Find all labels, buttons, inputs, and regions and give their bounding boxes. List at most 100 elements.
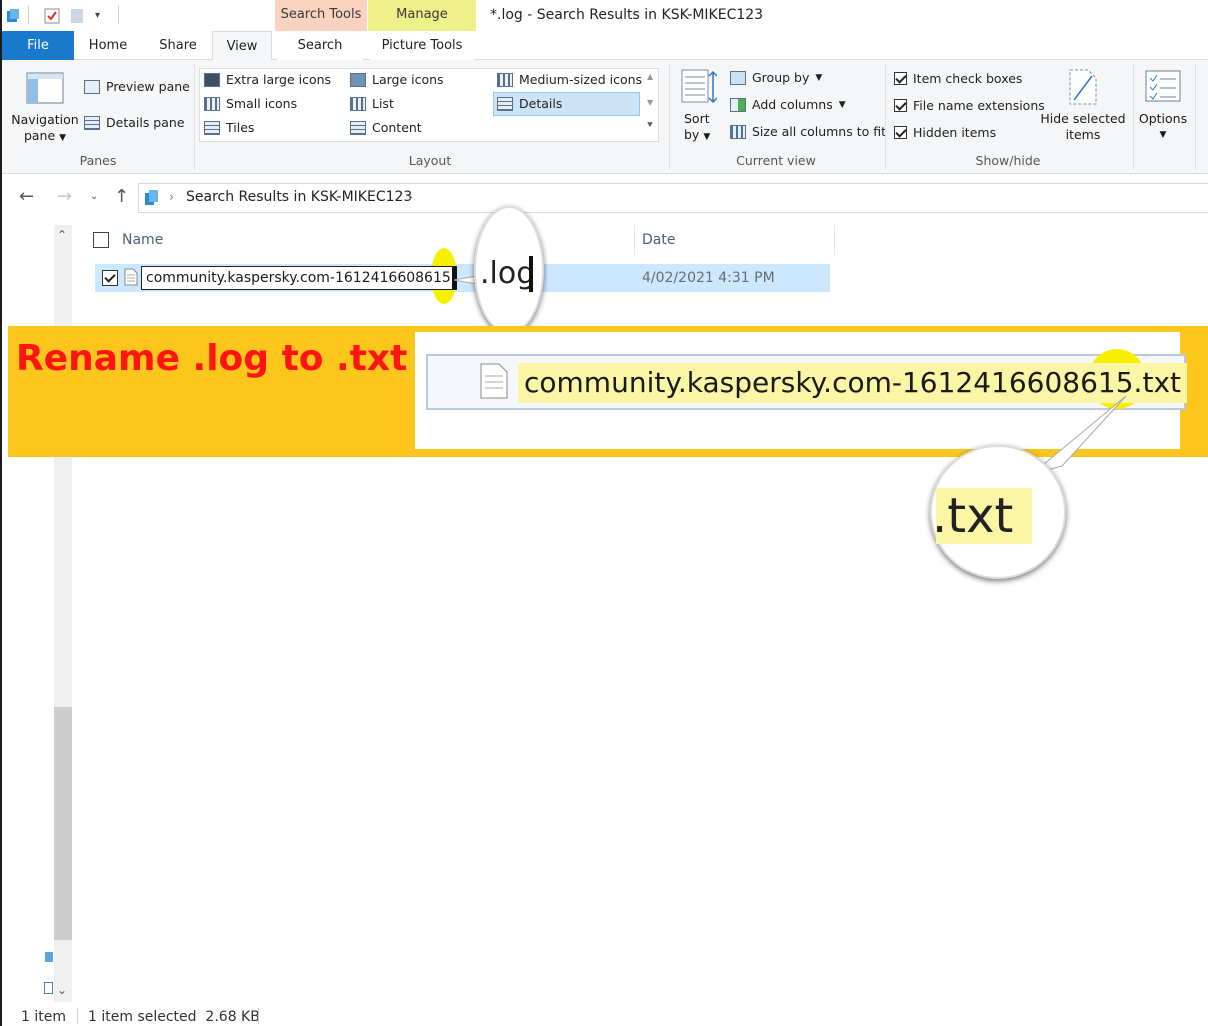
group-by-icon xyxy=(730,70,746,85)
layout-label: Content xyxy=(372,120,422,135)
layout-small-icons[interactable]: Small icons xyxy=(204,96,297,111)
layout-label: Medium-sized icons xyxy=(519,72,643,87)
sort-by-icon xyxy=(681,68,718,109)
scroll-down-icon[interactable]: ⌄ xyxy=(57,983,67,997)
size-all-columns-button[interactable]: Size all columns to fit xyxy=(730,124,886,139)
renamed-file-extension: txt xyxy=(1142,366,1181,399)
customize-toolbar-icon[interactable]: ▾ xyxy=(95,10,100,21)
tab-home[interactable]: Home xyxy=(80,31,136,60)
nav-tree-icon xyxy=(44,982,53,994)
tab-picture-tools[interactable]: Picture Tools xyxy=(370,31,474,60)
options-button[interactable]: Options ▼ xyxy=(1137,111,1189,143)
navigation-pane-label-2: pane xyxy=(23,128,56,143)
hidden-items-label: Hidden items xyxy=(913,125,997,140)
window-title: *.log - Search Results in KSK-MIKEC123 xyxy=(490,7,764,23)
item-check-boxes-toggle[interactable]: Item check boxes xyxy=(894,71,1022,86)
group-by-button[interactable]: Group by ▼ xyxy=(730,70,822,85)
breadcrumb-path[interactable]: Search Results in KSK-MIKEC123 xyxy=(186,189,412,205)
back-arrow-icon[interactable]: ← xyxy=(19,186,34,207)
banner-title: Rename .log to .txt xyxy=(16,338,408,379)
scroll-up-icon[interactable]: ⌃ xyxy=(57,228,67,242)
checkbox-checked-icon xyxy=(894,99,907,112)
layout-label: Large icons xyxy=(372,72,444,87)
layout-label: Details xyxy=(519,96,563,111)
hidden-items-toggle[interactable]: Hidden items xyxy=(894,125,996,140)
layout-label: Small icons xyxy=(226,96,298,111)
layout-extra-large-icons[interactable]: Extra large icons xyxy=(204,72,331,87)
layout-tiles[interactable]: Tiles xyxy=(204,120,254,135)
details-pane-icon xyxy=(84,115,100,130)
checkbox-checked-icon xyxy=(894,126,907,139)
gallery-scroll-up-icon[interactable]: ▲ xyxy=(647,72,653,81)
tab-search[interactable]: Search xyxy=(277,31,363,60)
explorer-icon xyxy=(6,9,20,26)
up-arrow-icon[interactable]: ↑ xyxy=(114,186,129,207)
file-name-extensions-toggle[interactable]: File name extensions xyxy=(894,98,1045,113)
tab-view[interactable]: View xyxy=(212,31,272,61)
hide-selected-label-2: items xyxy=(1065,127,1101,142)
new-folder-icon[interactable] xyxy=(70,8,84,27)
hide-selected-items-button[interactable]: Hide selected items xyxy=(1040,111,1126,143)
gallery-expand-icon[interactable]: ⯆ xyxy=(646,120,654,131)
chevron-down-icon: ▼ xyxy=(703,132,711,142)
status-item-count: 1 item xyxy=(21,1009,66,1025)
preview-pane-button[interactable]: Preview pane xyxy=(84,79,190,94)
tab-share[interactable]: Share xyxy=(150,31,206,60)
text-file-icon xyxy=(124,268,138,289)
hide-selected-icon xyxy=(1068,68,1098,109)
size-columns-icon xyxy=(730,124,746,139)
group-by-label: Group by xyxy=(752,70,810,85)
tab-file[interactable]: File xyxy=(2,31,74,60)
forward-arrow-icon[interactable]: → xyxy=(57,186,72,207)
column-header-name[interactable]: Name xyxy=(122,232,163,248)
large-icons-icon xyxy=(350,72,366,87)
layout-content[interactable]: Content xyxy=(350,120,422,135)
scrollbar-thumb[interactable] xyxy=(54,707,72,940)
panes-group-label: Panes xyxy=(79,153,117,168)
layout-large-icons[interactable]: Large icons xyxy=(350,72,444,87)
txt-zoom-text: .txt xyxy=(932,488,1014,544)
select-all-checkbox[interactable] xyxy=(93,232,109,248)
column-header-date[interactable]: Date xyxy=(642,232,675,248)
layout-medium-icons[interactable]: Medium-sized icons xyxy=(497,72,642,87)
breadcrumb-expand-icon[interactable]: › xyxy=(408,189,413,204)
search-results-icon xyxy=(145,190,159,209)
sort-by-button[interactable]: Sort by ▼ xyxy=(684,111,710,145)
preview-pane-icon xyxy=(84,79,100,94)
properties-icon[interactable] xyxy=(44,8,60,27)
content-icon xyxy=(350,120,366,135)
add-columns-icon xyxy=(730,97,746,112)
chevron-down-icon: ▼ xyxy=(1159,130,1167,140)
small-icons-icon xyxy=(204,96,220,111)
nav-tree-icon xyxy=(45,952,53,962)
chevron-down-icon: ▼ xyxy=(838,99,846,110)
layout-details[interactable]: Details xyxy=(497,96,562,111)
file-name-base: community.kaspersky.com-1612416608615. xyxy=(146,270,456,286)
sort-by-label: Sort xyxy=(684,111,710,126)
chevron-down-icon: ▼ xyxy=(59,133,67,143)
navigation-pane-label: Navigation xyxy=(11,112,79,127)
item-check-boxes-label: Item check boxes xyxy=(913,71,1023,86)
sort-by-label-2: by xyxy=(684,127,700,142)
add-columns-button[interactable]: Add columns ▼ xyxy=(730,97,846,112)
add-columns-label: Add columns xyxy=(752,97,833,112)
rename-input[interactable]: community.kaspersky.com-1612416608615.lo… xyxy=(141,266,457,290)
tiles-icon xyxy=(204,120,220,135)
row-checkbox[interactable] xyxy=(102,270,118,286)
recent-locations-chevron-icon[interactable]: ⌄ xyxy=(90,191,98,202)
current-view-group-label: Current view xyxy=(736,153,816,168)
navigation-pane-button[interactable]: Navigation pane ▼ xyxy=(10,112,80,146)
options-label: Options xyxy=(1138,111,1188,126)
layout-label: Extra large icons xyxy=(226,72,332,87)
file-name-extensions-label: File name extensions xyxy=(913,98,1045,113)
chevron-down-icon: ▼ xyxy=(815,72,823,83)
zoom-cursor xyxy=(529,256,533,292)
gallery-scroll-down-icon[interactable]: ▼ xyxy=(647,98,653,107)
medium-icons-icon xyxy=(497,72,513,87)
file-date: 4/02/2021 4:31 PM xyxy=(642,270,775,286)
layout-list[interactable]: List xyxy=(350,96,394,111)
checkbox-checked-icon xyxy=(894,72,907,85)
details-pane-button[interactable]: Details pane xyxy=(84,115,185,130)
navigation-pane-icon xyxy=(26,72,64,107)
breadcrumb-separator-icon: › xyxy=(169,189,174,204)
